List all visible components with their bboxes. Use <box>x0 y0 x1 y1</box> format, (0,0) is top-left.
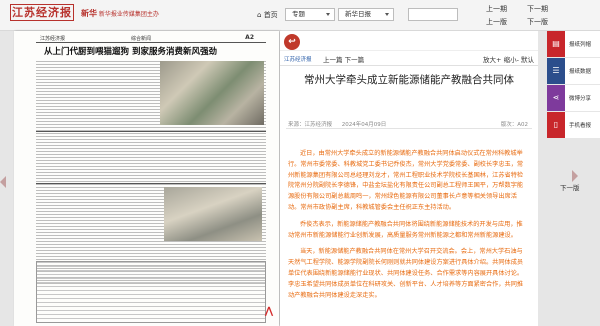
page-headline[interactable]: 从上门代厨到喂猫遛狗 到家服务消费新风强劲 <box>44 45 217 57</box>
sidebar-item-data[interactable]: ☰ 报纸数据 <box>547 58 600 84</box>
next-page-label[interactable]: 下一版 <box>560 182 580 192</box>
zoom-in-button[interactable]: 放大+ <box>483 56 501 64</box>
right-sidebar: ▤ 报纸列帽 ☰ 报纸数据 ⋖ 微博分享 ▯ 手机看报 <box>547 31 600 139</box>
pdf-download-button[interactable]: ⋀ 下载 <box>261 307 277 326</box>
share-icon: ⋖ <box>552 93 560 102</box>
sidebar-item-share[interactable]: ⋖ 微博分享 <box>547 85 600 111</box>
sidebar-item-mobile[interactable]: ▯ 手机看报 <box>547 112 600 138</box>
chevron-down-icon <box>326 13 330 16</box>
article-paragraph: 当天，新能源储能产教融合共同体在常州大学召开交流会。会上，常州大学石油与天然气工… <box>288 248 524 299</box>
prev-page-button[interactable]: 上一版 <box>486 17 507 27</box>
default-size-button[interactable]: 默认 <box>521 56 534 64</box>
article-body: 近日，由常州大学牵头成立的新能源储能产教融合共同体启动仪式在常州科教城举行。常州… <box>288 149 528 307</box>
sidebar-item-newspaper[interactable]: ▤ 报纸列帽 <box>547 31 600 57</box>
article-paragraph: 乔俊杰表示，新能源储能产教融合共同体将围绕新能源储能技术的开发与应用，推动常州市… <box>288 220 523 239</box>
article-meta: 来源：江苏经济报 2024年04月09日 版次：A02 <box>288 120 534 128</box>
group-logo-mark: 新华 <box>81 8 97 18</box>
divider <box>36 131 266 132</box>
edition-link[interactable]: 江苏经济报 <box>284 55 312 63</box>
back-icon[interactable]: ↩ <box>284 34 300 50</box>
chevron-down-icon <box>385 13 389 16</box>
prev-page-arrow-icon[interactable] <box>0 176 6 188</box>
news-photo <box>164 187 262 241</box>
newspaper-select[interactable]: 新华日报 <box>338 8 394 21</box>
article-pager[interactable]: 上一篇 下一篇 <box>323 54 364 64</box>
divider <box>36 183 266 184</box>
news-photo <box>160 61 264 125</box>
article-toolbar: 江苏经济报 上一篇 下一篇 放大+ 缩小- 默认 <box>280 50 538 66</box>
phone-icon: ▯ <box>553 120 559 129</box>
topic-select[interactable]: 专题 <box>285 8 335 21</box>
next-page-arrow-icon[interactable] <box>572 170 578 182</box>
newspaper-page-image[interactable]: 江苏经济报 综合新闻 A2 从上门代厨到喂猫遛狗 到家服务消费新风强劲 ⋀ 下载 <box>14 31 279 326</box>
zoom-out-button[interactable]: 缩小- <box>504 56 519 64</box>
article-page: 版次：A02 <box>500 122 528 128</box>
pdf-icon: ⋀ <box>264 306 274 317</box>
next-edition-button[interactable]: 下一期 <box>527 4 548 14</box>
site-logo[interactable]: 江苏经济报 <box>10 4 74 21</box>
group-logo: 新华 新华报业传媒集团主办 <box>81 8 159 19</box>
article-title: 常州大学牵头成立新能源储能产教融合共同体 <box>304 74 514 86</box>
article-panel: ↩ 江苏经济报 上一篇 下一篇 放大+ 缩小- 默认 常州大学牵头成立新能源储能… <box>280 31 538 326</box>
article-paragraph: 近日，由常州大学牵头成立的新能源储能产教融合共同体启动仪式在常州科教城举行。常州… <box>288 150 524 211</box>
group-logo-text: 新华报业传媒集团主办 <box>98 11 159 18</box>
page-header: 江苏经济报 综合新闻 A2 <box>36 34 266 43</box>
date-input[interactable] <box>408 8 458 21</box>
advertisement-block <box>36 261 266 323</box>
list-icon: ☰ <box>552 66 560 75</box>
top-header: 江苏经济报 新华 新华报业传媒集团主办 ⌂ 首页 专题 新华日报 上一期 下一期… <box>0 0 600 31</box>
newspaper-icon: ▤ <box>552 39 560 48</box>
divider <box>286 128 532 129</box>
home-icon: ⌂ <box>257 11 262 19</box>
home-link[interactable]: ⌂ 首页 <box>257 10 278 20</box>
next-page-button[interactable]: 下一版 <box>527 17 548 27</box>
prev-edition-button[interactable]: 上一期 <box>486 4 507 14</box>
zoom-tools: 放大+ 缩小- 默认 <box>483 54 534 64</box>
